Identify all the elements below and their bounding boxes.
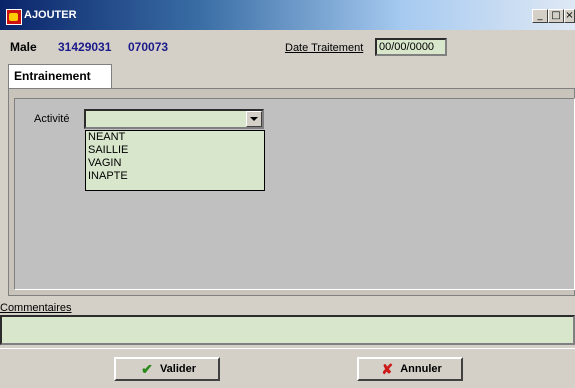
dropdown-option-neant[interactable]: NEANT bbox=[86, 131, 264, 144]
window-title: AJOUTER bbox=[24, 9, 77, 21]
tab-entrainement[interactable]: Entrainement bbox=[8, 64, 112, 88]
close-button[interactable]: × bbox=[564, 9, 575, 23]
maximize-button[interactable]: □ bbox=[548, 9, 564, 23]
checkmark-icon: ✔ bbox=[141, 361, 153, 378]
dropdown-option-saillie[interactable]: SAILLIE bbox=[86, 144, 264, 157]
commentaires-label: Commentaires bbox=[0, 302, 72, 314]
dropdown-option-vagin[interactable]: VAGIN bbox=[86, 157, 264, 170]
dialog-window: AJOUTER _ □ × Male 31429031 070073 Date … bbox=[0, 0, 575, 388]
activite-dropdown-list[interactable]: NEANT SAILLIE VAGIN INAPTE bbox=[85, 130, 265, 191]
annuler-button[interactable]: ✘ Annuler bbox=[357, 357, 463, 381]
valider-label: Valider bbox=[159, 363, 197, 376]
date-traitement-label: Date Traitement bbox=[285, 42, 364, 54]
dropdown-option-inapte[interactable]: INAPTE bbox=[86, 170, 264, 183]
valider-button[interactable]: ✔ Valider bbox=[114, 357, 220, 381]
male-number: 070073 bbox=[128, 40, 169, 54]
title-bar[interactable]: AJOUTER _ □ × bbox=[0, 0, 575, 30]
minimize-button[interactable]: _ bbox=[532, 9, 548, 23]
cross-icon: ✘ bbox=[381, 361, 394, 378]
button-bar bbox=[0, 348, 575, 388]
activite-label: Activité bbox=[34, 113, 70, 125]
commentaires-field[interactable] bbox=[0, 315, 575, 345]
chevron-down-icon[interactable] bbox=[246, 111, 262, 127]
male-id: 31429031 bbox=[58, 40, 112, 54]
activite-combobox[interactable] bbox=[84, 109, 264, 129]
male-label: Male bbox=[10, 40, 37, 54]
date-traitement-field[interactable]: 00/00/0000 bbox=[375, 38, 447, 56]
app-icon bbox=[6, 9, 22, 25]
annuler-label: Annuler bbox=[400, 363, 442, 376]
